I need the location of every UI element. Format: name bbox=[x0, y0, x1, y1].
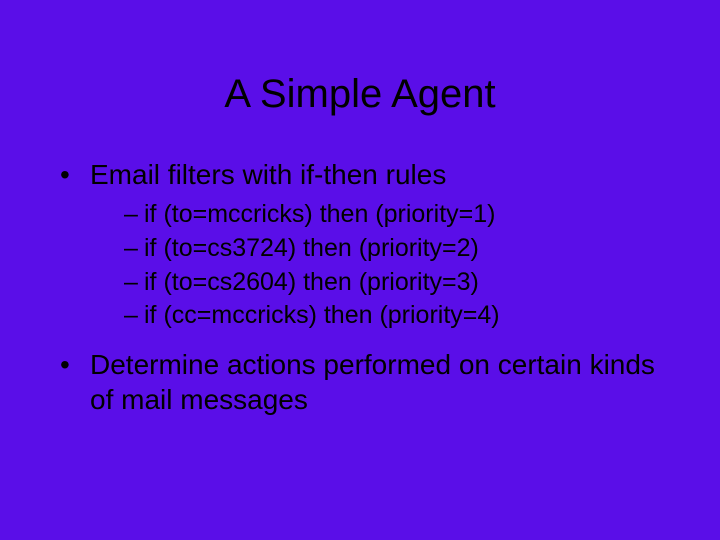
bullet-list: Email filters with if-then rules if (to=… bbox=[60, 157, 680, 417]
sub-item-4: if (cc=mccricks) then (priority=4) bbox=[124, 299, 680, 333]
slide-body: Email filters with if-then rules if (to=… bbox=[0, 157, 720, 417]
slide-title: A Simple Agent bbox=[0, 0, 720, 157]
bullet-item-2: Determine actions performed on certain k… bbox=[60, 347, 680, 417]
sub-item-1: if (to=mccricks) then (priority=1) bbox=[124, 198, 680, 232]
slide: A Simple Agent Email filters with if-the… bbox=[0, 0, 720, 540]
sub-item-2: if (to=cs3724) then (priority=2) bbox=[124, 232, 680, 266]
bullet-text: Email filters with if-then rules bbox=[90, 159, 446, 190]
bullet-item-1: Email filters with if-then rules if (to=… bbox=[60, 157, 680, 333]
sub-list: if (to=mccricks) then (priority=1) if (t… bbox=[90, 198, 680, 333]
sub-item-3: if (to=cs2604) then (priority=3) bbox=[124, 266, 680, 300]
